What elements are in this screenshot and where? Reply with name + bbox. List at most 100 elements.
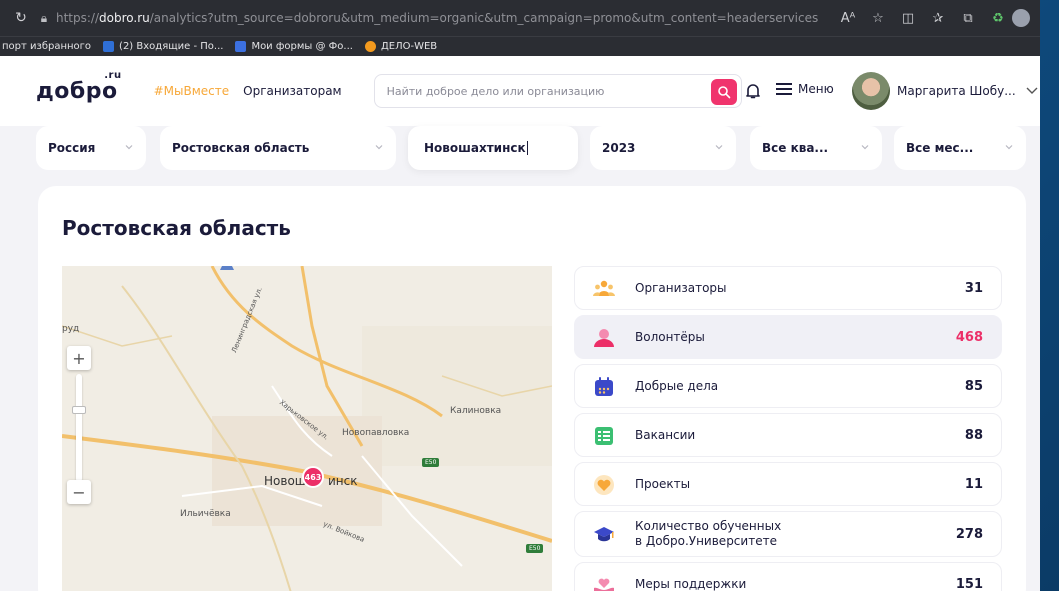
address-bar[interactable]: https://dobro.ru/analytics?utm_source=do… (56, 11, 830, 25)
map-label: руд (62, 324, 80, 334)
map-city-label: Новош (264, 474, 306, 488)
stats-list: Организаторы 31 Волонтёры 468 Добрые дел… (574, 266, 1002, 591)
map-roads (62, 266, 552, 591)
year-select[interactable]: 2023 (590, 126, 736, 170)
heart-icon (594, 475, 614, 495)
stat-value: 31 (964, 280, 983, 296)
bookmark-mail[interactable]: (2) Входящие - По... (103, 41, 223, 52)
stat-label: Меры поддержки (635, 576, 747, 591)
stat-organizers[interactable]: Организаторы 31 (574, 266, 1002, 310)
search-icon (717, 86, 730, 99)
support-icon (594, 578, 614, 591)
stat-vacancies[interactable]: Вакансии 88 (574, 413, 1002, 457)
chevron-down-icon (1026, 87, 1038, 94)
split-screen-icon[interactable]: ◫ (900, 11, 916, 26)
stat-value: 85 (964, 378, 983, 394)
road-badge: E50 (422, 458, 440, 467)
zoom-out-button[interactable]: − (67, 480, 91, 504)
bookmark-import[interactable]: порт избранного (2, 41, 91, 52)
zoom-slider[interactable] (76, 374, 82, 482)
browser-tools: Aᴬ ☆ ◫ ✰ ⧉ ♻ (840, 11, 1006, 26)
stat-good-deeds[interactable]: Добрые дела 85 (574, 364, 1002, 408)
extension-icon[interactable]: ♻ (990, 11, 1006, 26)
stat-value: 151 (955, 576, 983, 591)
map-marker[interactable]: 463 (302, 466, 324, 488)
bookmark-delo[interactable]: ДЕЛО-WEB (364, 41, 437, 52)
zoom-slider-handle[interactable] (72, 406, 86, 414)
bell-icon[interactable] (744, 82, 762, 100)
stat-value: 11 (964, 476, 983, 492)
country-select[interactable]: Россия (36, 126, 146, 170)
search-button[interactable] (710, 79, 737, 105)
bookmark-forms[interactable]: Мои формы @ Фо... (235, 41, 353, 52)
lock-icon[interactable]: 🔒︎ (32, 11, 56, 26)
graduation-cap-icon (594, 527, 614, 542)
text-caret (526, 141, 528, 155)
region-value: Ростовская область (172, 141, 310, 155)
filters-bar: Россия Ростовская область Новошахтинск 2… (36, 126, 1026, 170)
collections-icon[interactable]: ⧉ (960, 11, 976, 26)
country-value: Россия (48, 141, 96, 155)
stat-trained[interactable]: Количество обученных в Добро.Университете… (574, 511, 1002, 557)
stat-value: 278 (955, 526, 983, 542)
map-city-label: инск (328, 474, 358, 488)
favorites-icon[interactable]: ✰ (930, 11, 946, 26)
stat-support[interactable]: Меры поддержки 151 (574, 562, 1002, 591)
hamburger-icon (776, 83, 792, 95)
reload-icon[interactable]: ↻ (10, 10, 32, 26)
user-name: Маргарита Шобу... (897, 84, 1016, 98)
stat-volunteers[interactable]: Волонтёры 468 (574, 315, 1002, 359)
chevron-down-icon (715, 145, 723, 150)
analytics-card: Ростовская область руд Калиновка Новопав… (38, 186, 1026, 591)
stat-label: Проекты (635, 476, 691, 491)
mail-icon (103, 41, 115, 52)
page-title: Ростовская область (62, 216, 291, 240)
city-value: Новошахтинск (424, 141, 526, 155)
browser-profile-icon[interactable] (1012, 9, 1030, 27)
month-select[interactable]: Все мес... (894, 126, 1026, 170)
reader-mode-icon[interactable]: Aᴬ (840, 11, 856, 26)
stat-label: Добрые дела (635, 378, 719, 393)
delo-icon (364, 41, 376, 52)
organizers-icon (593, 280, 615, 296)
zoom-in-button[interactable]: + (67, 346, 91, 370)
list-icon (595, 427, 613, 445)
menu-button[interactable]: Меню (776, 82, 834, 96)
map-label: Новопавловка (342, 428, 410, 438)
region-select[interactable]: Ростовская область (160, 126, 396, 170)
chevron-down-icon (375, 145, 383, 150)
browser-window: ↻ 🔒︎ https://dobro.ru/analytics?utm_sour… (0, 0, 1040, 591)
stat-value: 468 (955, 329, 983, 345)
stat-label: Вакансии (635, 427, 696, 442)
forms-icon (235, 41, 247, 52)
map-label: Калиновка (450, 406, 502, 416)
city-input[interactable]: Новошахтинск (408, 126, 578, 170)
site-logo[interactable]: добро .ru (36, 70, 121, 104)
volunteer-icon (594, 329, 614, 347)
quarter-value: Все ква... (762, 141, 829, 155)
search-box (373, 74, 742, 108)
favorite-star-icon[interactable]: ☆ (870, 11, 886, 26)
site-header: добро.ru #МыВместе Организаторам Меню Ма… (0, 56, 1040, 126)
stat-label: Организаторы (635, 280, 727, 295)
stat-label: Волонтёры (635, 329, 705, 344)
avatar[interactable] (852, 72, 890, 110)
chevron-down-icon (125, 145, 133, 150)
user-menu[interactable]: Маргарита Шобу... (897, 84, 1038, 98)
month-value: Все мес... (906, 141, 974, 155)
hashtag-link[interactable]: #МыВместе (154, 84, 230, 98)
stat-label: Количество обученных в Добро.Университете (635, 519, 782, 548)
bookmarks-bar: порт избранного (2) Входящие - По... Мои… (0, 36, 1040, 56)
year-value: 2023 (602, 141, 636, 155)
quarter-select[interactable]: Все ква... (750, 126, 882, 170)
organizers-link[interactable]: Организаторам (243, 84, 341, 98)
stat-projects[interactable]: Проекты 11 (574, 462, 1002, 506)
road-badge: E50 (526, 544, 544, 553)
menu-label: Меню (798, 82, 834, 96)
map-label: Ильичёвка (180, 509, 231, 519)
calendar-icon (595, 377, 613, 396)
chevron-down-icon (1005, 145, 1013, 150)
search-input[interactable] (386, 84, 707, 98)
map[interactable]: руд Калиновка Новопавловка Ильичёвка ул.… (62, 266, 552, 591)
browser-toolbar: ↻ 🔒︎ https://dobro.ru/analytics?utm_sour… (0, 0, 1040, 36)
